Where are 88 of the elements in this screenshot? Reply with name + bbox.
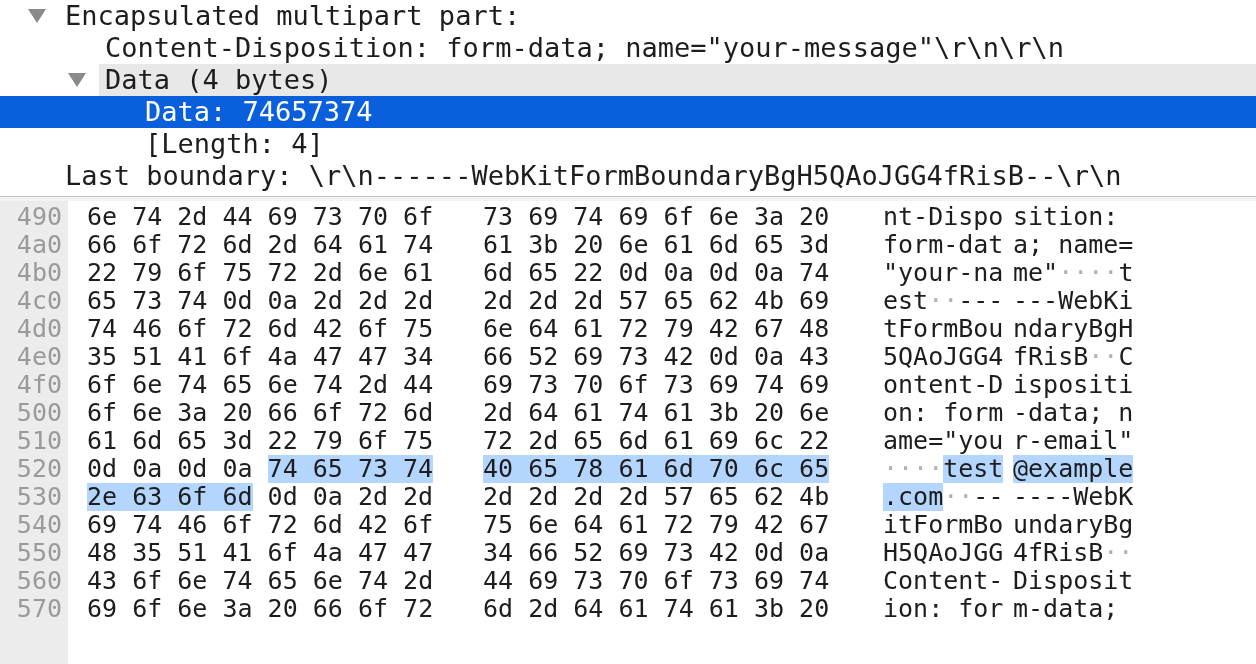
ascii-text[interactable]: -- — [973, 483, 1004, 511]
hex-bytes[interactable]: 2d 64 61 74 61 3b 20 6e — [483, 399, 830, 427]
tree-item[interactable]: Encapsulated multipart part: — [0, 0, 1256, 32]
hex-bytes[interactable]: 69 74 46 6f 72 6d 42 6f — [87, 511, 434, 539]
ascii-text[interactable]: C — [1118, 343, 1134, 371]
ascii-text[interactable]: ---WebKi — [1013, 287, 1134, 315]
offset-label: 550 — [16, 539, 62, 567]
ascii-text[interactable]: "your-na — [883, 259, 1004, 287]
ascii-text[interactable]: H5QAoJGG — [883, 539, 1004, 567]
ascii-text[interactable]: fRisB — [1013, 343, 1089, 371]
hex-bytes[interactable]: 35 51 41 6f 4a 47 47 34 — [87, 343, 434, 371]
ascii-text[interactable]: @example — [1013, 455, 1134, 483]
hex-bytes[interactable]: 75 6e 64 61 72 79 42 67 — [483, 511, 830, 539]
hex-bytes[interactable]: 6e 74 2d 44 69 73 70 6f — [87, 203, 434, 231]
hex-bytes[interactable]: 0d 0a 0d 0a — [87, 455, 253, 483]
ascii-text[interactable]: on: form — [883, 399, 1004, 427]
hex-bytes[interactable]: 6d 65 22 0d 0a 0d 0a 74 — [483, 259, 830, 287]
ascii-text[interactable]: tFormBou — [883, 315, 1004, 343]
hex-bytes[interactable]: 2d 2d 2d 57 65 62 4b 69 — [483, 287, 830, 315]
ascii-text[interactable]: itFormBo — [883, 511, 1004, 539]
offset-label: 520 — [16, 455, 62, 483]
offset-label: 4b0 — [16, 259, 62, 287]
hex-bytes[interactable]: 6f 6e 3a 20 66 6f 72 6d — [87, 399, 434, 427]
ascii-text[interactable]: ispositi — [1013, 371, 1134, 399]
hex-bytes[interactable]: 6f 6e 74 65 6e 74 2d 44 — [87, 371, 434, 399]
hex-bytes[interactable]: 66 6f 72 6d 2d 64 61 74 — [87, 231, 434, 259]
ascii-text[interactable]: Disposit — [1013, 567, 1134, 595]
hex-bytes[interactable]: 40 65 78 61 6d 70 6c 65 — [483, 455, 830, 483]
expander-triangle-icon[interactable] — [68, 73, 86, 87]
hex-bytes[interactable]: 34 66 52 69 73 42 0d 0a — [483, 539, 830, 567]
expander-triangle-icon[interactable] — [28, 9, 46, 23]
tree-item[interactable]: [Length: 4] — [0, 128, 1256, 160]
ascii-text[interactable]: ontent-D — [883, 371, 1004, 399]
ascii-text[interactable]: t — [1118, 259, 1134, 287]
hex-bytes[interactable]: 48 35 51 41 6f 4a 47 47 — [87, 539, 434, 567]
offset-label: 560 — [16, 567, 62, 595]
offset-label: 500 — [16, 399, 62, 427]
hex-bytes[interactable]: 65 73 74 0d 0a 2d 2d 2d — [87, 287, 434, 315]
offset-label: 4e0 — [16, 343, 62, 371]
ascii-text[interactable]: -data; n — [1013, 399, 1134, 427]
ascii-text[interactable]: 4fRisB — [1013, 539, 1104, 567]
hex-bytes[interactable]: 22 79 6f 75 72 2d 6e 61 — [87, 259, 434, 287]
ascii-text[interactable]: ----WebK — [1013, 483, 1134, 511]
offset-label: 4c0 — [16, 287, 62, 315]
offset-label: 4a0 — [16, 231, 62, 259]
ascii-text[interactable]: sition: — [1013, 203, 1119, 231]
ascii-text[interactable]: me" — [1013, 259, 1059, 287]
hex-bytes[interactable]: 69 6f 6e 3a 20 66 6f 72 — [87, 595, 434, 623]
hex-bytes[interactable]: 0d 0a 2d 2d — [267, 483, 434, 511]
offset-label: 490 — [16, 203, 62, 231]
ascii-text[interactable]: .com — [883, 483, 944, 511]
hex-bytes[interactable]: 2e 63 6f 6d — [87, 483, 253, 511]
hex-bytes[interactable]: 61 3b 20 6e 61 6d 65 3d — [483, 231, 830, 259]
offset-label: 540 — [16, 511, 62, 539]
hex-bytes[interactable]: 74 46 6f 72 6d 42 6f 75 — [87, 315, 434, 343]
hex-bytes[interactable]: 6e 64 61 72 79 42 67 48 — [483, 315, 830, 343]
offset-label: 570 — [16, 595, 62, 623]
hex-bytes[interactable]: 73 69 74 69 6f 6e 3a 20 — [483, 203, 830, 231]
ascii-text[interactable]: r-email" — [1013, 427, 1134, 455]
offset-label: 530 — [16, 483, 62, 511]
ascii-text[interactable]: 5QAoJGG4 — [883, 343, 1004, 371]
hex-bytes[interactable]: 2d 2d 2d 2d 57 65 62 4b — [483, 483, 830, 511]
hex-bytes[interactable]: 66 52 69 73 42 0d 0a 43 — [483, 343, 830, 371]
hex-bytes[interactable]: 72 2d 65 6d 61 69 6c 22 — [483, 427, 830, 455]
ascii-text[interactable]: undaryBg — [1013, 511, 1134, 539]
hex-bytes[interactable]: 6d 2d 64 61 74 61 3b 20 — [483, 595, 830, 623]
hex-bytes[interactable]: 61 6d 65 3d 22 79 6f 75 — [87, 427, 434, 455]
ascii-text[interactable]: Content- — [883, 567, 1004, 595]
offset-label: 4f0 — [16, 371, 62, 399]
ascii-text[interactable]: est — [883, 287, 929, 315]
tree-item[interactable]: Data: 74657374 — [0, 96, 1256, 128]
hex-bytes[interactable]: 43 6f 6e 74 65 6e 74 2d — [87, 567, 434, 595]
ascii-text[interactable]: ame="you — [883, 427, 1004, 455]
ascii-text[interactable]: test — [943, 455, 1004, 483]
ascii-text[interactable]: a; name= — [1013, 231, 1134, 259]
ascii-text[interactable]: m-data; — [1013, 595, 1119, 623]
ascii-text[interactable]: ion: for — [883, 595, 1004, 623]
hex-bytes[interactable]: 69 73 70 6f 73 69 74 69 — [483, 371, 830, 399]
offset-label: 510 — [16, 427, 62, 455]
offset-label: 4d0 — [16, 315, 62, 343]
tree-item[interactable]: Content-Disposition: form-data; name="your-message"\r\n\r\n — [0, 32, 1256, 64]
ascii-text[interactable]: ndaryBgH — [1013, 315, 1134, 343]
ascii-text[interactable]: nt-Dispo — [883, 203, 1004, 231]
tree-item[interactable]: Last boundary: \r\n------WebKitFormBoundaryBgH5QAoJGG4fRisB--\r\n — [0, 160, 1256, 192]
hex-bytes[interactable]: 44 69 73 70 6f 73 69 74 — [483, 567, 830, 595]
ascii-text[interactable]: --- — [958, 287, 1004, 315]
hex-bytes[interactable]: 74 65 73 74 — [267, 455, 434, 483]
ascii-text[interactable]: form-dat — [883, 231, 1004, 259]
